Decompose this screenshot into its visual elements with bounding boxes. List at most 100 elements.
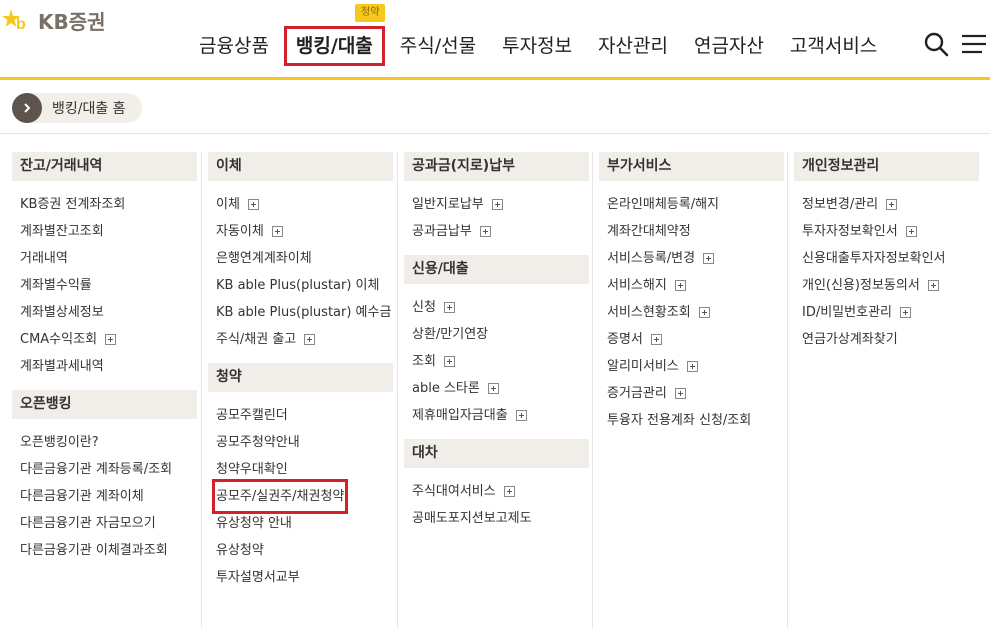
expand-plus-icon[interactable]: [105, 334, 117, 345]
menu-link[interactable]: 신용대출투자자정보확인서: [794, 245, 979, 272]
menu-link[interactable]: CMA수익조회: [12, 326, 197, 353]
menu-link[interactable]: 계좌별과세내역: [12, 353, 197, 380]
menu-list: KB증권 전계좌조회 계좌별잔고조회거래내역계좌별수익률계좌별상세정보 CMA수익조…: [12, 181, 197, 390]
menu-link[interactable]: 다른금융기관 이체결과조회: [12, 537, 197, 564]
menu-link[interactable]: 다른금융기관 자금모으기: [12, 510, 197, 537]
menu-link[interactable]: 투자설명서교부: [208, 564, 393, 591]
menu-link[interactable]: 주식/채권 출고: [208, 326, 393, 353]
menu-link-label: 공모주청약안내: [216, 435, 300, 450]
expand-plus-icon[interactable]: [515, 410, 527, 421]
menu-link[interactable]: 증거금관리: [599, 380, 784, 407]
menu-link-label: CMA수익조회: [20, 332, 98, 347]
menu-link-label: 계좌별상세정보: [20, 305, 104, 320]
hamburger-menu-icon[interactable]: [960, 30, 988, 58]
expand-plus-icon[interactable]: [247, 199, 259, 210]
section-title: 공과금(지로)납부: [404, 152, 589, 181]
menu-link-label: 신용대출투자자정보확인서: [802, 251, 946, 266]
menu-link[interactable]: 계좌별수익률: [12, 272, 197, 299]
menu-link[interactable]: 투자자정보확인서: [794, 218, 979, 245]
menu-link[interactable]: 계좌별상세정보: [12, 299, 197, 326]
search-icon[interactable]: [922, 30, 950, 58]
expand-plus-icon[interactable]: [479, 226, 491, 237]
menu-link[interactable]: 은행연계계좌이체: [208, 245, 393, 272]
menu-link[interactable]: 청약우대확인: [208, 456, 393, 483]
main-nav: 금융상품 뱅킹/대출 주식/선물 투자정보 자산관리 연금자산 고객서비스: [186, 26, 890, 66]
menu-link[interactable]: 주식대여서비스: [404, 478, 589, 505]
expand-plus-icon[interactable]: [698, 307, 710, 318]
menu-link[interactable]: 조회: [404, 348, 589, 375]
menu-link[interactable]: 유상청약: [208, 537, 393, 564]
menu-link[interactable]: 공모주/실권주/채권청약: [208, 479, 393, 514]
menu-link[interactable]: 알리미서비스: [599, 353, 784, 380]
expand-plus-icon[interactable]: [271, 226, 283, 237]
expand-plus-icon[interactable]: [703, 253, 715, 264]
menu-link[interactable]: 온라인매체등록/해지: [599, 191, 784, 218]
menu-link-label: 개인(신용)정보동의서: [802, 278, 920, 293]
menu-link[interactable]: 개인(신용)정보동의서: [794, 272, 979, 299]
menu-link[interactable]: 계좌별잔고조회: [12, 218, 197, 245]
menu-link[interactable]: 계좌간대체약정: [599, 218, 784, 245]
expand-plus-icon[interactable]: [886, 199, 898, 210]
column-divider: [787, 152, 788, 628]
menu-link[interactable]: able 스타론: [404, 375, 589, 402]
expand-plus-icon[interactable]: [443, 356, 455, 367]
menu-link[interactable]: 서비스해지: [599, 272, 784, 299]
menu-column: 공과금(지로)납부 일반지로납부 공과금납부 신용/대출 신청 상환/만기연장 조회 able…: [404, 152, 589, 542]
menu-link[interactable]: ID/비밀번호관리: [794, 299, 979, 326]
menu-link[interactable]: 투융자 전용계좌 신청/조회: [599, 407, 784, 434]
menu-link[interactable]: 자동이체: [208, 218, 393, 245]
menu-link[interactable]: 정보변경/관리: [794, 191, 979, 218]
expand-plus-icon[interactable]: [927, 280, 939, 291]
menu-link[interactable]: 상환/만기연장: [404, 321, 589, 348]
nav-item[interactable]: 연금자산: [681, 28, 777, 64]
expand-plus-icon[interactable]: [905, 226, 917, 237]
menu-list: 신청상환/만기연장 조회 able 스타론 제휴매입자금대출: [404, 284, 589, 439]
menu-link[interactable]: 오픈뱅킹이란?: [12, 429, 197, 456]
expand-plus-icon[interactable]: [503, 486, 515, 497]
expand-plus-icon[interactable]: [674, 280, 686, 291]
expand-plus-icon[interactable]: [686, 361, 698, 372]
expand-plus-icon[interactable]: [674, 388, 686, 399]
menu-link[interactable]: 서비스등록/변경: [599, 245, 784, 272]
menu-link-label: 신청: [412, 300, 436, 315]
menu-link[interactable]: 연금가상계좌찾기: [794, 326, 979, 353]
menu-link[interactable]: 공모주청약안내: [208, 429, 393, 456]
menu-link[interactable]: KB able Plus(plustar) 이체: [208, 272, 393, 299]
kb-logo[interactable]: b KB증권: [2, 6, 106, 34]
menu-link[interactable]: 다른금융기관 계좌이체: [12, 483, 197, 510]
nav-item[interactable]: 주식/선물: [387, 28, 489, 64]
expand-plus-icon[interactable]: [487, 383, 499, 394]
menu-link[interactable]: 다른금융기관 계좌등록/조회: [12, 456, 197, 483]
menu-link[interactable]: 거래내역: [12, 245, 197, 272]
expand-plus-icon[interactable]: [304, 334, 316, 345]
breadcrumb[interactable]: 뱅킹/대출 홈: [12, 93, 142, 123]
menu-link[interactable]: 제휴매입자금대출: [404, 402, 589, 429]
menu-column: 이체 이체 자동이체 은행연계계좌이체 KB able Plus(plustar) 이체…: [208, 152, 393, 601]
menu-link[interactable]: 유상청약 안내: [208, 510, 393, 537]
expand-plus-icon[interactable]: [443, 302, 455, 313]
expand-plus-icon[interactable]: [650, 334, 662, 345]
menu-link[interactable]: 증명서: [599, 326, 784, 353]
menu-link[interactable]: 서비스현황조회: [599, 299, 784, 326]
section-title: 이체: [208, 152, 393, 181]
section-title: 잔고/거래내역: [12, 152, 197, 181]
menu-link[interactable]: 공매도포지션보고제도: [404, 505, 589, 532]
menu-link[interactable]: KB증권 전계좌조회: [12, 191, 197, 218]
expand-plus-icon[interactable]: [899, 307, 911, 318]
nav-item[interactable]: 투자정보: [489, 28, 585, 64]
menu-link-label: 투자설명서교부: [216, 570, 300, 585]
expand-plus-icon[interactable]: [491, 199, 503, 210]
menu-link-label: 계좌별과세내역: [20, 359, 104, 374]
menu-link[interactable]: 일반지로납부: [404, 191, 589, 218]
menu-link-label: 거래내역: [20, 251, 68, 266]
menu-link[interactable]: 신청: [404, 294, 589, 321]
menu-link[interactable]: 이체: [208, 191, 393, 218]
nav-item[interactable]: 뱅킹/대출: [283, 26, 385, 66]
nav-item[interactable]: 자산관리: [585, 28, 681, 64]
nav-item[interactable]: 금융상품: [186, 28, 282, 64]
menu-link[interactable]: 공모주캘린더: [208, 402, 393, 429]
menu-link[interactable]: KB able Plus(plustar) 예수금: [208, 299, 393, 326]
nav-item[interactable]: 고객서비스: [777, 28, 890, 64]
menu-link[interactable]: 공과금납부: [404, 218, 589, 245]
menu-list: 오픈뱅킹이란? 다른금융기관 계좌등록/조회 다른금융기관 계좌이체 다른금융기관 자…: [12, 419, 197, 574]
